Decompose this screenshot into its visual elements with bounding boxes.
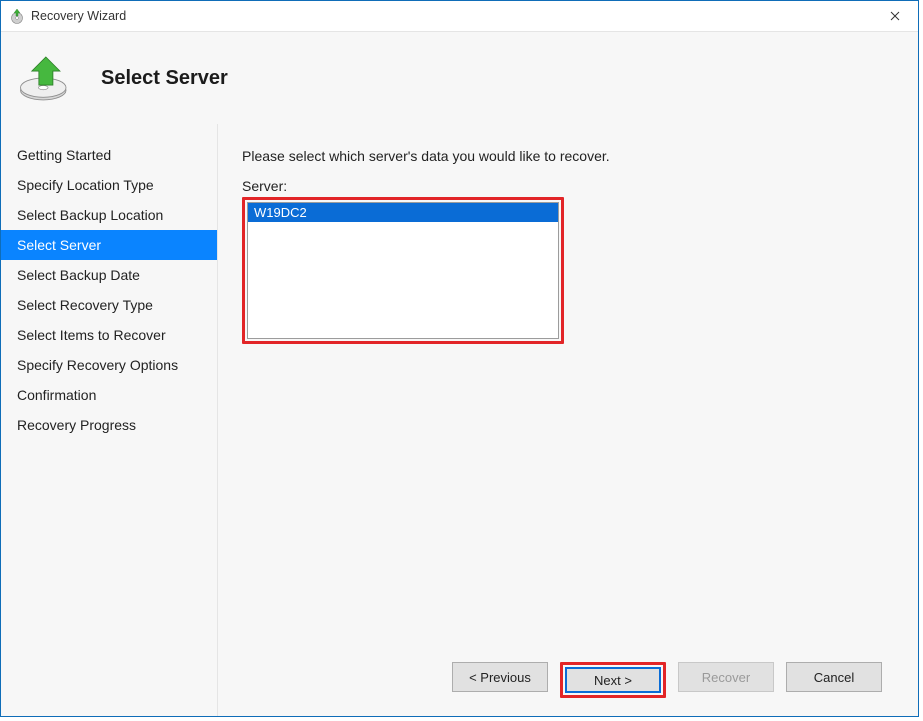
- wizard-step[interactable]: Select Backup Location: [1, 200, 217, 230]
- wizard-step[interactable]: Select Recovery Type: [1, 290, 217, 320]
- wizard-steps-sidebar: Getting StartedSpecify Location TypeSele…: [1, 124, 217, 716]
- wizard-step[interactable]: Specify Recovery Options: [1, 350, 217, 380]
- wizard-step[interactable]: Recovery Progress: [1, 410, 217, 440]
- server-listbox[interactable]: W19DC2: [247, 202, 559, 339]
- titlebar: Recovery Wizard: [1, 1, 918, 32]
- wizard-step[interactable]: Getting Started: [1, 140, 217, 170]
- wizard-header: Select Server: [1, 32, 918, 124]
- wizard-step[interactable]: Select Backup Date: [1, 260, 217, 290]
- next-button-highlight: Next >: [560, 662, 666, 698]
- page-title: Select Server: [101, 67, 228, 90]
- wizard-step[interactable]: Specify Location Type: [1, 170, 217, 200]
- wizard-body: Getting StartedSpecify Location TypeSele…: [1, 124, 918, 716]
- server-list-item[interactable]: W19DC2: [248, 203, 558, 222]
- wizard-button-row: < Previous Next > Recover Cancel: [242, 644, 894, 716]
- restore-icon: [17, 50, 73, 106]
- wizard-step[interactable]: Confirmation: [1, 380, 217, 410]
- recovery-wizard-window: Recovery Wizard Select Server Getting St…: [0, 0, 919, 717]
- wizard-content: Please select which server's data you wo…: [217, 124, 918, 716]
- window-title: Recovery Wizard: [31, 9, 872, 23]
- previous-button[interactable]: < Previous: [452, 662, 548, 692]
- recover-button: Recover: [678, 662, 774, 692]
- disc-arrow-icon: [9, 8, 25, 24]
- wizard-step[interactable]: Select Items to Recover: [1, 320, 217, 350]
- next-button[interactable]: Next >: [565, 667, 661, 693]
- cancel-button[interactable]: Cancel: [786, 662, 882, 692]
- instruction-text: Please select which server's data you wo…: [242, 148, 894, 164]
- server-listbox-highlight: W19DC2: [242, 197, 564, 344]
- wizard-step[interactable]: Select Server: [1, 230, 217, 260]
- close-icon: [890, 11, 900, 21]
- server-label: Server:: [242, 178, 894, 194]
- window-close-button[interactable]: [872, 1, 918, 31]
